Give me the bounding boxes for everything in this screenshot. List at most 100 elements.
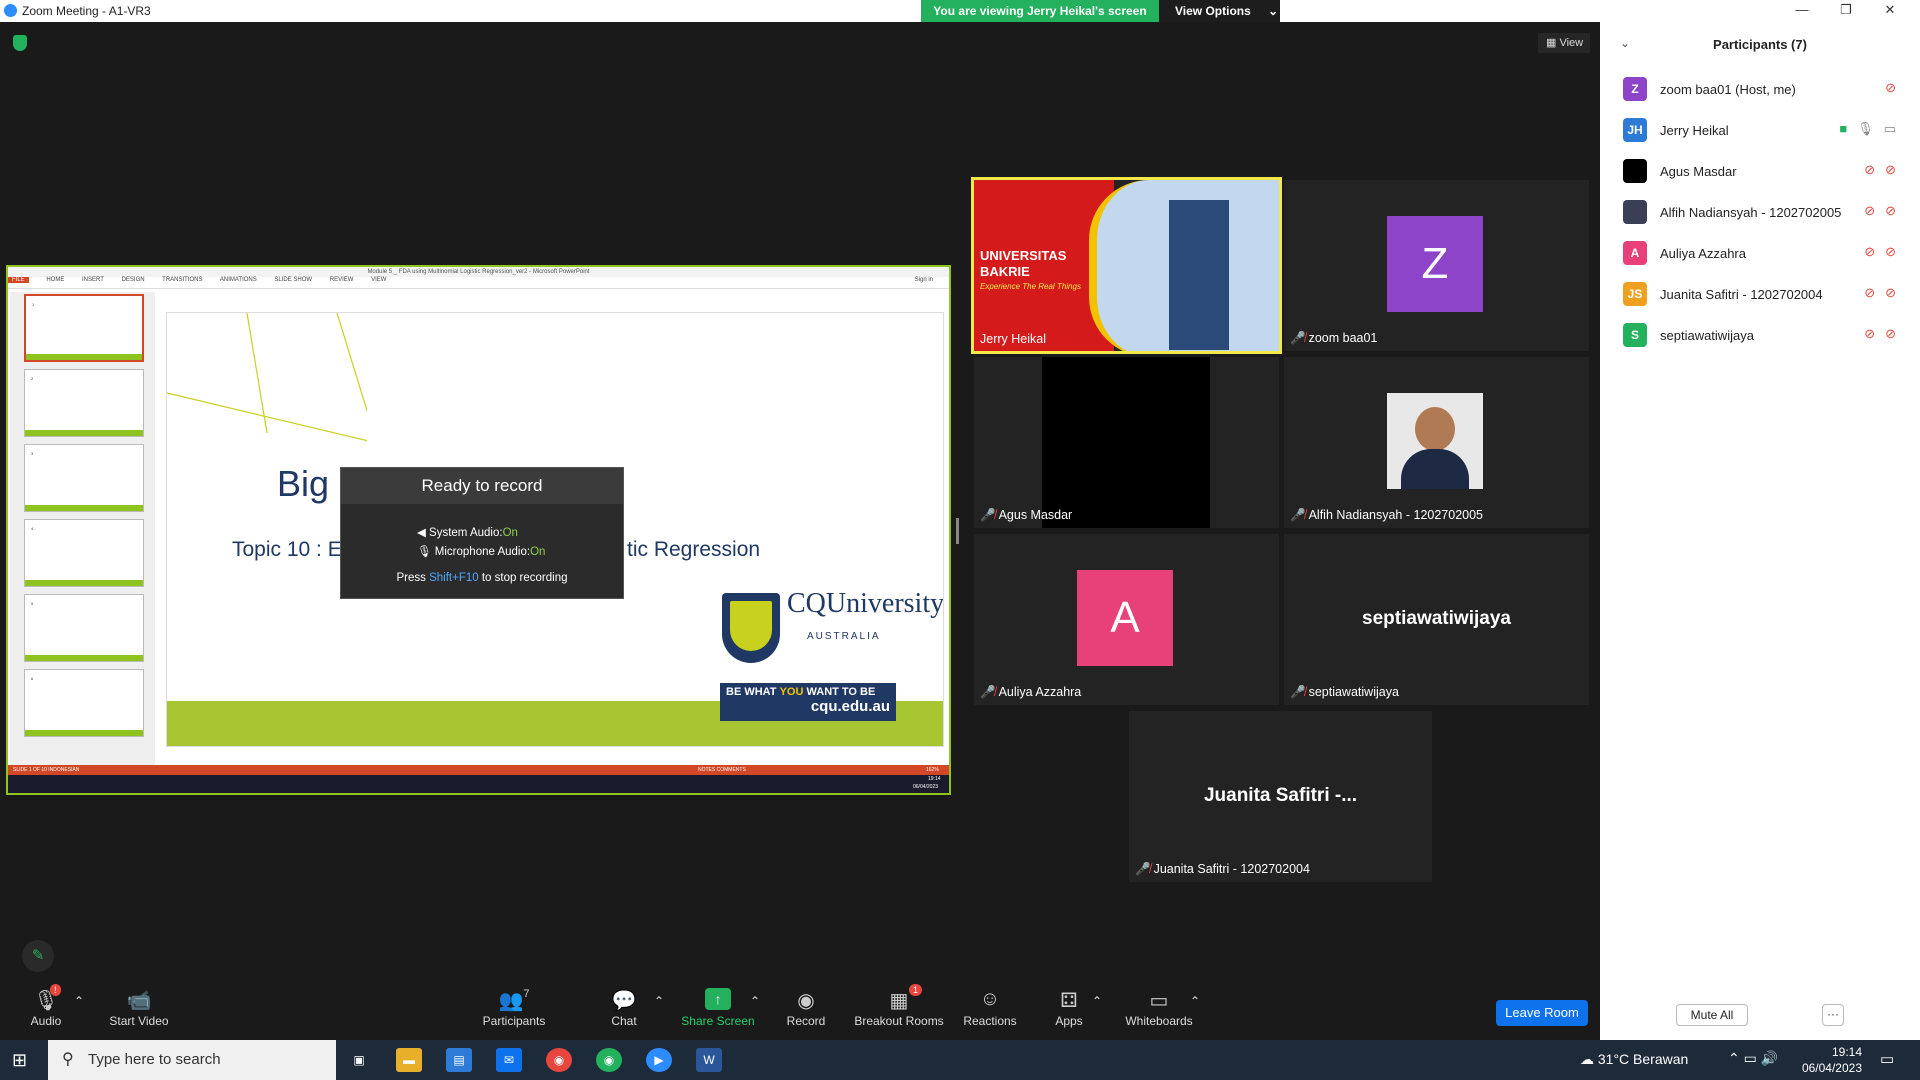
participant-row[interactable]: JH Jerry Heikal ■🎙▭ — [1600, 109, 1920, 150]
slide-thumbnail: 4 — [24, 519, 144, 587]
participant-avatar: S — [1623, 323, 1647, 347]
grid-icon: ▦ — [1546, 37, 1557, 49]
video-tile-juanita[interactable]: Juanita Safitri -... 🎤̸ Juanita Safitri -… — [1129, 711, 1432, 882]
participant-row[interactable]: Alfih Nadiansyah - 1202702005 ⊘⊘ — [1600, 191, 1920, 232]
share-caret-icon[interactable]: ⌃ — [750, 994, 760, 1008]
participant-row[interactable]: A Auliya Azzahra ⊘⊘ — [1600, 232, 1920, 273]
participant-row[interactable]: Agus Masdar ⊘⊘ — [1600, 150, 1920, 191]
taskbar-search[interactable]: ⚲ Type here to search — [48, 1040, 336, 1080]
splitter-handle[interactable] — [956, 518, 959, 544]
ribbon-sign-in: Sign in — [914, 277, 933, 283]
video-tile-alfih[interactable]: 🎤̸ Alfih Nadiansyah - 1202702005 — [1284, 357, 1589, 528]
start-video-button[interactable]: 📹 Start Video — [104, 988, 174, 1028]
view-options-button[interactable]: View Options ⌄ — [1159, 0, 1280, 22]
apps-label: Apps — [1055, 1014, 1083, 1028]
zoom-logo-icon — [4, 4, 17, 17]
reactions-label: Reactions — [963, 1014, 1017, 1028]
slide-thumbnail: 3 — [24, 444, 144, 512]
ribbon-slideshow: SLIDE SHOW — [274, 277, 313, 283]
apps-caret-icon[interactable]: ⌃ — [1092, 994, 1102, 1008]
breakout-badge: 1 — [909, 984, 923, 996]
rec-title: Ready to record — [341, 468, 623, 504]
video-tile-auliya[interactable]: A 🎤̸ Auliya Azzahra — [974, 534, 1279, 705]
store-icon[interactable]: ▤ — [446, 1048, 472, 1072]
apps-button[interactable]: ⚃ Apps — [1052, 988, 1086, 1028]
video-tile-zoom[interactable]: Z 🎤̸ zoom baa01 — [1284, 180, 1589, 351]
task-view-icon[interactable]: ▣ — [346, 1048, 372, 1072]
speaker-icon: ◀ — [417, 527, 430, 539]
start-video-label: Start Video — [109, 1014, 169, 1028]
clock-time: 19:14 — [1831, 1045, 1862, 1059]
video-tile-agus[interactable]: 🎤̸ Agus Masdar — [974, 357, 1279, 528]
whiteboards-caret-icon[interactable]: ⌃ — [1190, 994, 1200, 1008]
restore-icon[interactable]: ❐ — [1824, 0, 1868, 22]
avatar-alfih-photo — [1387, 393, 1483, 489]
system-tray-icons[interactable]: ⌃ ▭ 🔊 — [1728, 1050, 1778, 1067]
brand-tagline: Experience The Real Things — [980, 282, 1081, 291]
ribbon-home: HOME — [46, 277, 65, 283]
video-tile-septi[interactable]: septiawatiwijaya 🎤̸ septiawatiwijaya — [1284, 534, 1589, 705]
close-icon[interactable]: ✕ — [1868, 0, 1912, 22]
whiteboard-icon: ▭ — [1149, 990, 1169, 1012]
share-screen-button[interactable]: ↑ Share Screen — [680, 988, 756, 1028]
participants-button[interactable]: 👥7 Participants — [476, 988, 552, 1028]
participants-label: Participants — [482, 1014, 546, 1028]
participant-row[interactable]: Z zoom baa01 (Host, me) ⊘ — [1600, 68, 1920, 109]
participant-avatar: JS — [1623, 282, 1647, 306]
shared-screen[interactable]: Module 5 _ FDA using Multinomial Logisti… — [6, 265, 951, 795]
audio-caret-icon[interactable]: ⌃ — [74, 994, 84, 1008]
participant-row[interactable]: JS Juanita Safitri - 1202702004 ⊘⊘ — [1600, 273, 1920, 314]
annotate-pencil-icon[interactable]: ✎ — [22, 940, 54, 972]
video-tile-jerry[interactable]: UNIVERSITAS BAKRIE Experience The Real T… — [971, 177, 1282, 354]
mic-video-muted-icons[interactable]: ⊘⊘ — [1864, 162, 1906, 178]
mic-muted-icon: 🎤̸ — [1290, 331, 1306, 345]
chrome-profile-icon[interactable]: ◉ — [596, 1048, 622, 1072]
windows-start-icon[interactable]: ⊞ — [12, 1050, 27, 1071]
participant-name: Alfih Nadiansyah - 1202702005 — [1660, 205, 1842, 220]
mic-muted-icon: 🎙 — [33, 990, 59, 1012]
tile-name-juanita: 🎤̸ Juanita Safitri - 1202702004 — [1135, 862, 1310, 876]
chat-label: Chat — [611, 1014, 637, 1028]
mic-audio-row: 🎙 Microphone Audio:On — [417, 546, 546, 558]
mic-video-muted-icons[interactable]: ⊘⊘ — [1864, 244, 1906, 260]
system-audio-row: ◀ System Audio:On — [417, 527, 518, 539]
mute-all-button[interactable]: Mute All — [1676, 1004, 1748, 1026]
mic-muted-icon[interactable]: ⊘ — [1885, 80, 1906, 96]
audio-label: Audio — [30, 1014, 62, 1028]
mic-video-muted-icons[interactable]: ⊘⊘ — [1864, 285, 1906, 301]
whiteboards-button[interactable]: ▭ Whiteboards — [1124, 988, 1194, 1028]
audio-button[interactable]: 🎙! Audio — [24, 984, 68, 1028]
mic-video-muted-icons[interactable]: ⊘⊘ — [1864, 326, 1906, 342]
weather-widget[interactable]: ☁ 31°C Berawan — [1580, 1051, 1688, 1068]
security-shield-icon[interactable] — [13, 35, 27, 51]
notification-icon[interactable]: ▭ — [1880, 1050, 1894, 1068]
ppt-status-bar: SLIDE 1 OF 10 INDONESIAN NOTES COMMENTS … — [8, 765, 949, 775]
mic-video-muted-icons[interactable]: ⊘⊘ — [1864, 203, 1906, 219]
tile-name-septi: 🎤̸ septiawatiwijaya — [1290, 685, 1399, 699]
chat-button[interactable]: 💬 Chat — [604, 988, 644, 1028]
clock-date: 06/04/2023 — [1801, 1061, 1862, 1075]
participants-icon: 👥7 — [498, 988, 530, 1012]
view-button[interactable]: ▦ View — [1538, 33, 1590, 53]
zoom-taskbar-icon[interactable]: ▶ — [646, 1048, 672, 1072]
mic-muted-icon: 🎤̸ — [1290, 685, 1306, 699]
file-explorer-icon[interactable]: ▬ — [396, 1048, 422, 1072]
tile-name-alfih: 🎤̸ Alfih Nadiansyah - 1202702005 — [1290, 508, 1484, 522]
word-icon[interactable]: W — [696, 1048, 722, 1072]
chrome-icon[interactable]: ◉ — [546, 1048, 572, 1072]
ribbon-design: DESIGN — [121, 277, 145, 283]
mic-video-icons[interactable]: ■🎙▭ — [1839, 121, 1906, 137]
slide-thumbnails: 1 2 3 4 5 6 — [10, 292, 155, 782]
reactions-button[interactable]: ☺ Reactions — [962, 988, 1018, 1028]
mail-icon[interactable]: ✉ — [496, 1048, 522, 1072]
minimize-icon[interactable]: — — [1780, 0, 1824, 22]
more-options-button[interactable]: ··· — [1822, 1004, 1844, 1026]
participant-row[interactable]: S septiawatiwijaya ⊘⊘ — [1600, 314, 1920, 355]
breakout-rooms-button[interactable]: ▦ 1 Breakout Rooms — [854, 984, 944, 1028]
chat-caret-icon[interactable]: ⌃ — [654, 994, 664, 1008]
leave-room-button[interactable]: Leave Room — [1496, 1000, 1588, 1026]
tile-name-zoom: 🎤̸ zoom baa01 — [1290, 331, 1378, 345]
record-button[interactable]: ◉ Record — [784, 988, 828, 1028]
reactions-icon: ☺ — [979, 988, 1001, 1010]
taskbar-clock[interactable]: 19:14 06/04/2023 — [1800, 1044, 1862, 1076]
